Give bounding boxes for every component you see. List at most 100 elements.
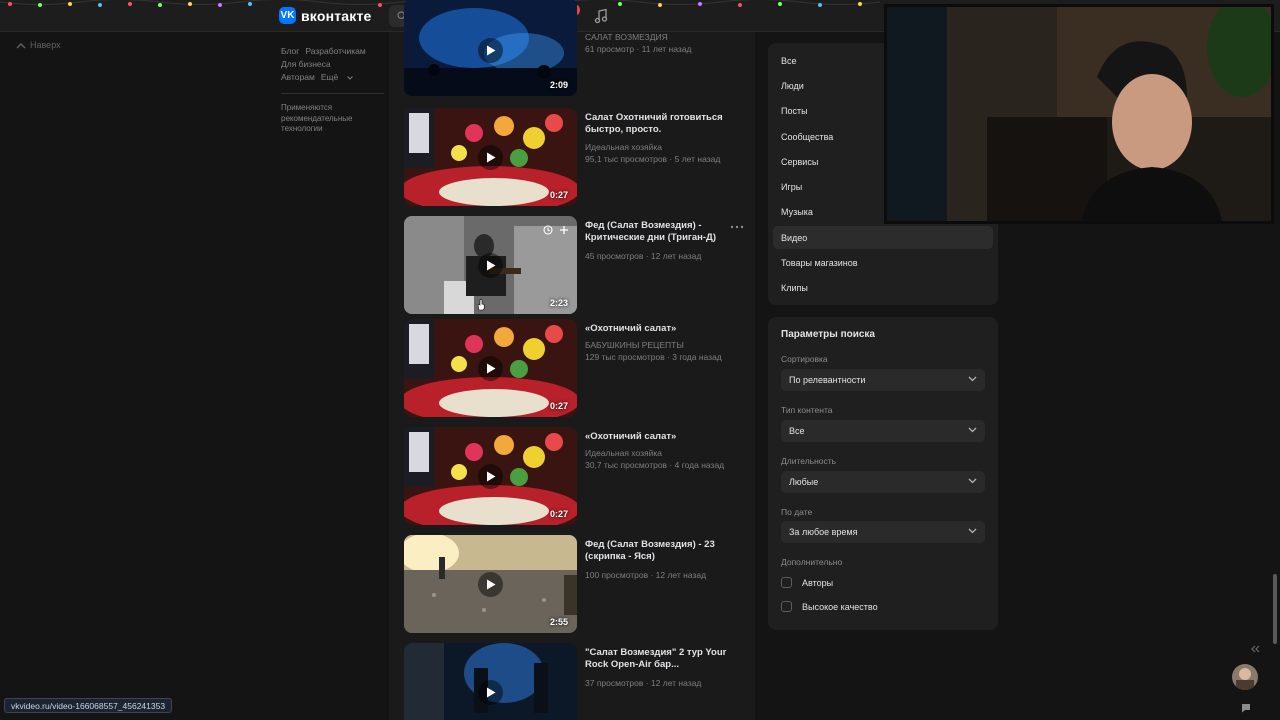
link-more[interactable]: Ещё xyxy=(321,72,353,82)
collapse-sidebar-button[interactable] xyxy=(1250,644,1260,656)
checkbox-box[interactable] xyxy=(781,577,792,588)
high-quality-checkbox[interactable]: Высокое качество xyxy=(781,601,878,612)
sort-label: Сортировка xyxy=(781,354,828,364)
vk-logo[interactable]: VK вконтакте xyxy=(279,7,372,24)
sort-value: По релевантности xyxy=(789,375,866,385)
chevron-down-icon xyxy=(968,376,977,382)
video-result-item[interactable]: 2:09 САЛАТ ВОЗМЕЗДИЯ 61 просмотр · 11 ле… xyxy=(404,0,749,96)
play-button[interactable] xyxy=(478,572,503,597)
video-thumbnail[interactable]: 2:55 xyxy=(404,535,577,633)
play-button[interactable] xyxy=(478,680,503,705)
duration-select[interactable]: Любые xyxy=(781,471,985,493)
video-result-item[interactable]: 0:27 «Охотничий салат» БАБУШКИНЫ РЕЦЕПТЫ… xyxy=(404,319,749,417)
chevron-down-icon xyxy=(968,478,977,484)
link-blog[interactable]: Блог xyxy=(281,46,299,56)
avatar[interactable] xyxy=(1232,664,1258,690)
video-title[interactable]: «Охотничий салат» xyxy=(585,431,735,443)
video-thumbnail[interactable]: 2:09 xyxy=(404,0,577,96)
video-title[interactable]: "Салат Возмездия" 2 тур Your Rock Open-A… xyxy=(585,647,735,671)
play-button[interactable] xyxy=(478,253,503,278)
page-scrollbar[interactable] xyxy=(1273,574,1277,644)
video-thumbnail[interactable]: 0:27 xyxy=(404,319,577,417)
video-duration: 0:27 xyxy=(549,190,568,200)
add-icon[interactable] xyxy=(559,225,569,235)
params-title: Параметры поиска xyxy=(781,329,875,340)
video-duration: 2:09 xyxy=(549,80,568,90)
authors-checkbox-label: Авторы xyxy=(802,577,834,588)
back-to-top-button[interactable]: Наверх xyxy=(16,40,61,50)
video-title[interactable]: Фед (Салат Возмездия) - 23 (скрипка - Яс… xyxy=(585,539,735,563)
play-icon xyxy=(486,579,495,590)
video-duration: 0:27 xyxy=(549,401,568,411)
chevron-down-icon xyxy=(968,528,977,534)
video-author[interactable]: Идеальная хозяйка xyxy=(585,448,662,458)
chevron-down-icon xyxy=(346,76,353,80)
video-duration: 0:27 xyxy=(549,509,568,519)
play-icon xyxy=(486,471,495,482)
content-type-label: Тип контента xyxy=(781,405,833,415)
filter-video[interactable]: Видео xyxy=(773,226,993,249)
video-meta: 95,1 тыс просмотров · 5 лет назад xyxy=(585,154,721,164)
video-result-item[interactable]: 2:23 Фед (Салат Возмездия) - Критические… xyxy=(404,216,749,314)
play-button[interactable] xyxy=(478,145,503,170)
video-result-item[interactable]: "Салат Возмездия" 2 тур Your Rock Open-A… xyxy=(404,643,749,720)
link-developers[interactable]: Разработчикам xyxy=(305,46,365,56)
play-button[interactable] xyxy=(478,464,503,489)
back-to-top-label: Наверх xyxy=(30,40,61,50)
video-result-item[interactable]: 2:55 Фед (Салат Возмездия) - 23 (скрипка… xyxy=(404,535,749,633)
link-business[interactable]: Для бизнеса xyxy=(281,59,331,69)
play-icon xyxy=(486,152,495,163)
video-meta: 129 тыс просмотров · 3 года назад xyxy=(585,352,722,362)
content-type-value: Все xyxy=(789,426,805,436)
date-label: По дате xyxy=(781,507,813,517)
video-meta: 45 просмотров · 12 лет назад xyxy=(585,251,702,261)
duration-label: Длительность xyxy=(781,456,837,466)
video-meta: 30,7 тыс просмотров · 4 года назад xyxy=(585,460,725,470)
video-title[interactable]: Салат Охотничий готовиться быстро, прост… xyxy=(585,112,735,136)
video-thumbnail[interactable] xyxy=(404,643,577,720)
video-meta: 100 просмотров · 12 лет назад xyxy=(585,570,707,580)
date-value: За любое время xyxy=(789,527,858,537)
play-button[interactable] xyxy=(478,356,503,381)
video-title[interactable]: «Охотничий салат» xyxy=(585,323,735,335)
play-icon xyxy=(486,687,495,698)
video-author[interactable]: САЛАТ ВОЗМЕЗДИЯ xyxy=(585,32,668,42)
video-author[interactable]: БАБУШКИНЫ РЕЦЕПТЫ xyxy=(585,340,684,350)
search-parameters-panel: Параметры поиска Сортировка По релевантн… xyxy=(768,317,998,630)
extra-label: Дополнительно xyxy=(781,557,843,567)
authors-checkbox[interactable]: Авторы xyxy=(781,577,833,588)
left-divider xyxy=(281,93,384,94)
video-result-item[interactable]: 0:27 «Охотничий салат» Идеальная хозяйка… xyxy=(404,427,749,525)
more-options-icon[interactable] xyxy=(730,224,744,230)
avatar-image xyxy=(1232,664,1258,690)
video-thumbnail[interactable]: 2:23 xyxy=(404,216,577,314)
video-author[interactable]: Идеальная хозяйка xyxy=(585,142,662,152)
checkbox-box[interactable] xyxy=(781,601,792,612)
video-title[interactable]: Фед (Салат Возмездия) - Критические дни … xyxy=(585,220,735,244)
chevron-up-icon xyxy=(16,42,26,48)
logo-text: вконтакте xyxy=(301,7,372,24)
video-result-item[interactable]: 0:27 Салат Охотничий готовиться быстро, … xyxy=(404,108,749,206)
content-type-select[interactable]: Все xyxy=(781,420,985,442)
watch-later-icon[interactable] xyxy=(543,225,553,235)
video-thumbnail[interactable]: 0:27 xyxy=(404,108,577,206)
video-duration: 2:55 xyxy=(549,617,568,627)
vk-logo-icon: VK xyxy=(279,7,296,24)
video-meta: 37 просмотров · 12 лет назад xyxy=(585,678,702,688)
play-icon xyxy=(486,45,495,56)
chat-icon[interactable] xyxy=(1240,702,1252,714)
video-thumbnail[interactable]: 0:27 xyxy=(404,427,577,525)
play-icon xyxy=(486,363,495,374)
filter-shop-goods[interactable]: Товары магазинов xyxy=(773,251,993,274)
play-button[interactable] xyxy=(478,38,503,63)
high-quality-checkbox-label: Высокое качество xyxy=(802,601,878,612)
link-more-label: Ещё xyxy=(320,72,339,82)
footer-links: Блог Разработчикам Для бизнеса Авторам Ещё xyxy=(281,45,385,84)
streamer-webcam-image xyxy=(887,7,1271,221)
hand-cursor-icon xyxy=(477,298,485,311)
date-select[interactable]: За любое время xyxy=(781,521,985,543)
link-authors[interactable]: Авторам xyxy=(281,72,315,82)
sort-select[interactable]: По релевантности xyxy=(781,369,985,391)
filter-clips[interactable]: Клипы xyxy=(773,276,993,299)
double-chevron-left-icon xyxy=(1251,645,1260,653)
